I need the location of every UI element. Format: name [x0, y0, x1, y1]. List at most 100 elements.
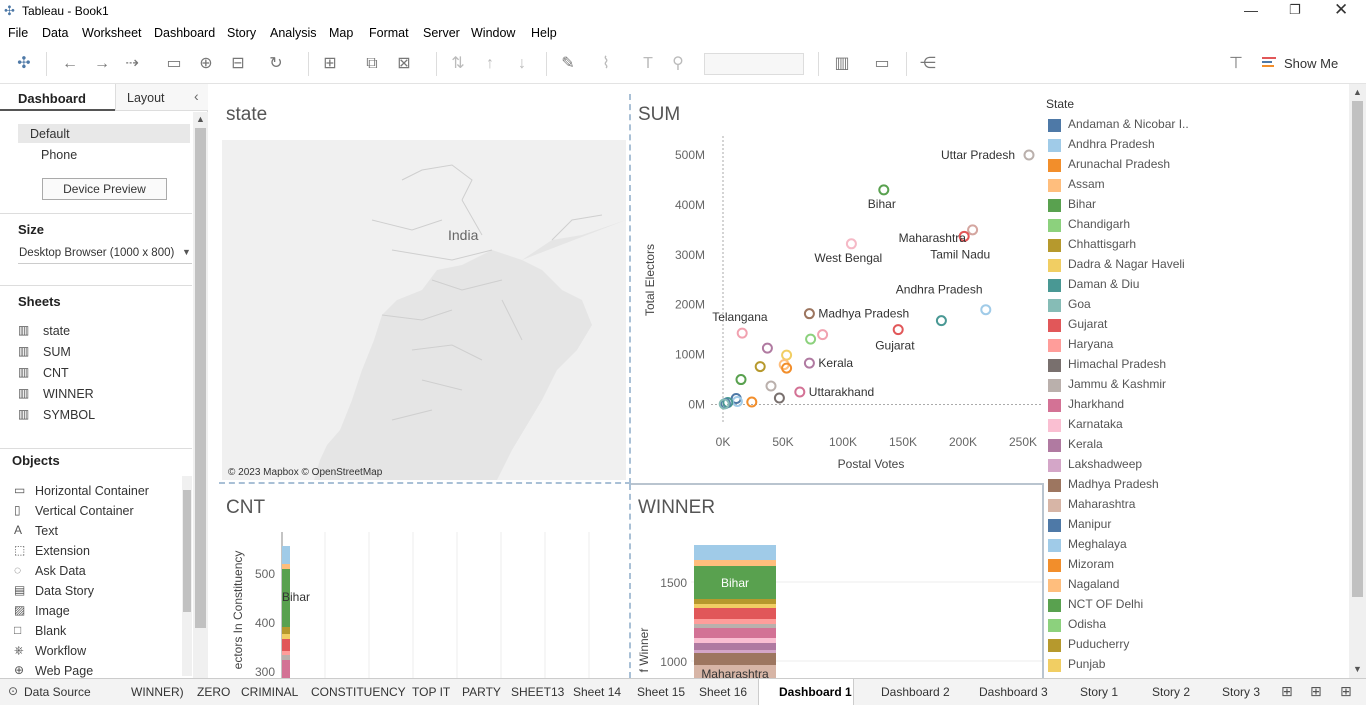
sheet-tab[interactable]: Story 1	[1080, 685, 1118, 699]
new-dashboard-tab-icon[interactable]: ⊞	[1310, 683, 1322, 700]
tab-layout[interactable]: Layout ‹	[115, 84, 208, 111]
sheet-tab[interactable]: Sheet 16	[699, 685, 747, 699]
menu-worksheet[interactable]: Worksheet	[82, 26, 142, 40]
scatter-point[interactable]	[803, 308, 815, 320]
scatter-point[interactable]	[761, 342, 773, 354]
sort-descending-icon[interactable]: ↓	[512, 54, 532, 74]
scroll-up-icon[interactable]: ▲	[1353, 87, 1362, 97]
device-default[interactable]: Default	[18, 124, 190, 143]
sheet-item-state[interactable]: ▥ state	[18, 322, 188, 341]
state-map-pane[interactable]: state India © 2023 Mapbox © OpenStreetMa…	[209, 84, 629, 481]
share-icon[interactable]: ⋲	[918, 54, 938, 74]
sheet-item-winner[interactable]: ▥ WINNER	[18, 385, 188, 404]
cnt-pane[interactable]: CNT Bihar 500 400 300 ectors In Constitu…	[209, 484, 629, 678]
scatter-point[interactable]	[967, 224, 979, 236]
menu-server[interactable]: Server	[423, 26, 460, 40]
sheet-tab[interactable]: Story 3	[1222, 685, 1260, 699]
menu-map[interactable]: Map	[329, 26, 353, 40]
scatter-chart[interactable]: 0K 50K 100K 150K 200K 250K 0M 100M 200M 300M 400M…	[631, 84, 1043, 481]
new-worksheet-tab-icon[interactable]: ⊞	[1281, 683, 1293, 700]
menu-analysis[interactable]: Analysis	[270, 26, 317, 40]
save-icon[interactable]: ▭	[164, 54, 184, 74]
sheet-tab[interactable]: Dashboard 2	[881, 685, 950, 699]
object-horizontal-container[interactable]: ▭ Horizontal Container	[14, 482, 182, 501]
sheet-tab[interactable]: Data Source	[24, 685, 91, 699]
sheet-item-sum[interactable]: ▥ SUM	[18, 343, 188, 362]
tab-dashboard[interactable]: Dashboard	[0, 84, 115, 111]
sheet-tab[interactable]: WINNER)	[131, 685, 184, 699]
format-painter-icon[interactable]: ⊤	[1226, 54, 1246, 74]
object-blank[interactable]: □ Blank	[14, 622, 182, 641]
sheet-tab[interactable]: Story 2	[1152, 685, 1190, 699]
scatter-point[interactable]	[803, 357, 815, 369]
device-phone[interactable]: Phone	[41, 148, 77, 162]
show-me-button[interactable]: Show Me	[1284, 56, 1338, 71]
main-scrollbar[interactable]: ▲ ▼	[1349, 84, 1366, 678]
menu-window[interactable]: Window	[471, 26, 515, 40]
refresh-icon[interactable]: ↻	[266, 54, 286, 74]
left-panel-scrollbar[interactable]: ▲	[193, 112, 208, 678]
pause-updates-icon[interactable]: ⊟	[228, 54, 248, 74]
scatter-point[interactable]	[754, 361, 766, 373]
scatter-point[interactable]	[845, 238, 857, 250]
object-image[interactable]: ▨ Image	[14, 602, 182, 621]
presentation-mode-icon[interactable]: ▭	[872, 54, 892, 74]
object-text[interactable]: A Text	[14, 522, 182, 541]
winner-pane[interactable]: WINNER Bihar Maharashtra 1500 1000 f Win…	[631, 483, 1044, 678]
sheet-tab[interactable]: Sheet 14	[573, 685, 621, 699]
sheet-tab[interactable]: PARTY	[462, 685, 501, 699]
object-ask-data[interactable]: ◌ Ask Data	[14, 562, 182, 581]
close-icon[interactable]: ✕	[1334, 0, 1348, 20]
size-dropdown[interactable]: Desktop Browser (1000 x 800) ▼	[18, 244, 192, 264]
redo-icon[interactable]: →	[92, 54, 112, 74]
fit-dropdown[interactable]	[704, 53, 804, 75]
object-vertical-container[interactable]: ▯ Vertical Container	[14, 502, 182, 521]
scatter-point[interactable]	[781, 349, 793, 361]
scatter-point[interactable]	[794, 386, 806, 398]
scatter-point[interactable]	[892, 324, 904, 336]
labels-icon[interactable]: T	[638, 54, 658, 74]
tableau-home-icon[interactable]: ✣	[14, 54, 34, 74]
sheet-item-symbol[interactable]: ▥ SYMBOL	[18, 406, 188, 425]
replay-icon[interactable]: ⇢	[122, 54, 142, 74]
sum-scatter-pane[interactable]: SUM 0K 50K 100K 150K 200K 250K 0M 100M 200M 300M…	[631, 84, 1043, 481]
menu-data[interactable]: Data	[42, 26, 68, 40]
group-icon[interactable]: ⌇	[596, 54, 616, 74]
scroll-up-icon[interactable]: ▲	[196, 114, 205, 124]
menu-file[interactable]: File	[8, 26, 28, 40]
device-preview-button[interactable]: Device Preview	[42, 178, 167, 200]
scatter-point[interactable]	[805, 333, 817, 345]
new-worksheet-icon[interactable]: ⊞	[320, 54, 340, 74]
restore-icon[interactable]: ❐	[1289, 2, 1301, 18]
sheet-tab[interactable]: SHEET13	[511, 685, 564, 699]
scatter-point[interactable]	[746, 396, 758, 408]
menu-dashboard[interactable]: Dashboard	[154, 26, 215, 40]
sort-ascending-icon[interactable]: ↑	[480, 54, 500, 74]
collapse-panel-icon[interactable]: ‹	[194, 88, 199, 104]
undo-icon[interactable]: ←	[60, 54, 80, 74]
india-map[interactable]: India © 2023 Mapbox © OpenStreetMap	[222, 140, 626, 480]
scatter-point[interactable]	[817, 329, 829, 341]
pin-icon[interactable]: ⚲	[668, 54, 688, 74]
object-workflow[interactable]: ⎈ Workflow	[14, 642, 182, 661]
show-cards-icon[interactable]: ▥	[832, 54, 852, 74]
sheet-tab[interactable]: Sheet 15	[637, 685, 685, 699]
scatter-point[interactable]	[935, 315, 947, 327]
scatter-point[interactable]	[980, 304, 992, 316]
menu-format[interactable]: Format	[369, 26, 409, 40]
sheet-tab[interactable]: TOP IT	[412, 685, 450, 699]
sheet-tab[interactable]: Dashboard 3	[979, 685, 1048, 699]
clear-sheet-icon[interactable]: ⊠	[394, 54, 414, 74]
scatter-point[interactable]	[1023, 149, 1035, 161]
scatter-point[interactable]	[736, 327, 748, 339]
minimize-icon[interactable]: —	[1244, 2, 1258, 18]
sheet-tab[interactable]: Dashboard 1	[779, 685, 852, 699]
duplicate-icon[interactable]: ⧉	[362, 54, 382, 74]
sheet-tab[interactable]: ZERO	[197, 685, 230, 699]
sheet-tab[interactable]: CRIMINAL	[241, 685, 298, 699]
scatter-point[interactable]	[765, 380, 777, 392]
new-data-source-icon[interactable]: ⊕	[196, 54, 216, 74]
sheet-item-cnt[interactable]: ▥ CNT	[18, 364, 188, 383]
swap-icon[interactable]: ⇅	[448, 54, 468, 74]
scatter-point[interactable]	[773, 392, 785, 404]
